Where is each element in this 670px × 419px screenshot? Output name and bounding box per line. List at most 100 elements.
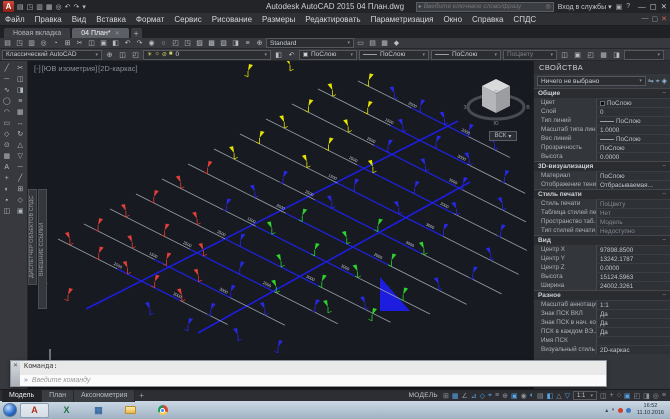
quickcalc-icon[interactable]: ⊕ [254,38,265,48]
properties-palette-title[interactable]: СВОЙСТВА [534,61,670,74]
minimize-button[interactable]: — [638,2,646,11]
scale-icon[interactable]: △ [18,140,23,150]
publish-icon[interactable]: ⊞ [62,38,73,48]
collapse-icon[interactable]: − [662,163,666,170]
rotate-icon[interactable]: ↻ [17,129,23,139]
lineweight-combo[interactable]: ПоСлою▾ [431,50,501,60]
maximize-button[interactable]: ▢ [650,2,657,11]
taskbar-app-folder[interactable] [116,403,145,418]
viewcube-compass-south[interactable]: Ю [493,121,498,127]
collapse-icon[interactable]: − [662,237,666,244]
annotation-scale-combo[interactable]: 1:1▾ [573,391,597,400]
linetype-combo[interactable]: ПоСлою▾ [359,50,429,60]
grid-display-icon[interactable]: ⊞ [443,392,449,400]
taskbar-clock[interactable]: 16:52 11.10.2016 [634,403,667,416]
menu-item-файл[interactable]: Файл [0,15,30,24]
workspace-settings-icon[interactable]: ⊕ [104,50,115,60]
doc-restore-button[interactable]: ▢ [652,15,659,23]
join-icon[interactable]: ▣ [17,206,24,216]
save-icon[interactable]: ▥ [26,38,37,48]
menu-item-вид[interactable]: Вид [67,15,91,24]
zoom-previous-icon[interactable]: ◳ [182,38,193,48]
customization-icon[interactable]: ≡ [662,392,666,399]
match-properties-icon[interactable]: ◧ [110,38,121,48]
signin-menu[interactable]: Вход в службы ▾ [558,3,612,11]
close-button[interactable]: ✕ [661,2,667,11]
plotstyle-combo[interactable]: ПоЦвету▾ [503,50,557,60]
quick-properties-icon[interactable]: ▣ [624,392,631,400]
layout-tab-аксонометрия[interactable]: Аксонометрия [74,390,135,402]
collapse-icon[interactable]: − [662,90,666,97]
property-value[interactable]: 2D-каркас [596,345,670,354]
dynamic-input-icon[interactable]: ▤ [537,392,544,400]
circle-icon[interactable]: ◯ [3,96,11,106]
polar-tracking-icon[interactable]: ⊿ [471,392,477,400]
tray-icon[interactable]: ▴ [605,407,608,414]
taskbar-app-excel[interactable]: X [52,403,81,418]
property-value[interactable]: ПоСлою [596,134,670,143]
property-value[interactable]: 13242.1787 [596,254,670,263]
3d-object-snap-icon[interactable]: ◉ [521,392,527,400]
property-value[interactable]: ПоЦвету [596,199,670,208]
property-value[interactable]: Отбрасываемая... [596,180,670,189]
list-icon[interactable]: ◫ [559,50,570,60]
designcenter-icon[interactable]: ▩ [206,38,217,48]
viewcube-compass-west[interactable]: З [463,105,466,111]
graphics-performance-icon[interactable]: ◎ [653,392,659,400]
pan-realtime-icon[interactable]: ◉ [146,38,157,48]
menu-item-справка[interactable]: Справка [467,15,508,24]
dim-style-icon[interactable]: ▤ [367,38,378,48]
ortho-mode-icon[interactable]: ∠ [462,392,468,400]
open-icon[interactable]: ◳ [14,38,25,48]
sheet-set-manager-icon[interactable]: ◨ [230,38,241,48]
help-icon[interactable]: ? [626,3,630,10]
property-value[interactable]: 0.0000 [596,263,670,272]
property-value[interactable]: ПоСлою [596,98,670,107]
annotation-visibility-icon[interactable]: ◧ [547,392,554,400]
property-value[interactable]: Модель [596,217,670,226]
hatch-icon[interactable]: ▦ [3,151,10,161]
id-icon[interactable]: ◨ [611,50,622,60]
new-icon[interactable]: ▤ [2,38,13,48]
plot-icon[interactable]: ◎ [38,38,49,48]
rectangle-icon[interactable]: ▭ [3,118,10,128]
property-value[interactable]: Да [596,309,670,318]
menu-item-вставка[interactable]: Вставка [91,15,131,24]
qat-save-icon[interactable]: ▥ [36,3,43,11]
property-value[interactable]: 1:1 [596,300,670,309]
selection-cycling-icon[interactable]: ▣ [511,392,518,400]
layout-tab-модель[interactable]: Модель [2,390,42,402]
property-value[interactable]: ПоСлою [596,116,670,125]
model-space-indicator[interactable]: МОДЕЛЬ [409,392,438,399]
viewport-view-control[interactable]: [ЮВ изометрия] [42,64,97,73]
layout-tab-план[interactable]: План [42,390,74,402]
search-icon[interactable]: ◎ [545,3,550,10]
property-section-header[interactable]: Вид− [534,235,670,245]
qat-plot-icon[interactable]: ◎ [56,3,62,11]
copy-clip-icon[interactable]: ◫ [86,38,97,48]
selection-type-combo[interactable]: Ничего не выбрано ▾ [537,76,646,86]
undo-icon[interactable]: ↶ [122,38,133,48]
viewcube-compass-north[interactable]: С [494,90,498,96]
object-snap-icon[interactable]: ◇ [480,392,485,400]
polygon-icon[interactable]: ◇ [4,129,9,139]
text-icon[interactable]: A [4,162,9,172]
doc-minimize-button[interactable]: — [642,15,649,23]
model-space-canvas[interactable]: [-] [ЮВ изометрия] [2D-каркас] ДИСПЕТЧЕР… [28,61,533,389]
paste-icon[interactable]: ▣ [98,38,109,48]
help-search-box[interactable]: ▸ ◎ [416,2,554,12]
annotation-monitor-icon[interactable]: + [610,392,614,399]
object-snap-tracking-icon[interactable]: ⌖ [488,392,492,400]
viewcube-wcs-button[interactable]: ВСК▾ [489,131,517,141]
distance-icon[interactable]: ▣ [572,50,583,60]
command-window-grip[interactable]: ✕ [11,361,20,386]
snap-mode-icon[interactable]: ▦ [452,392,459,400]
region-icon[interactable]: ▪ [6,195,8,205]
menu-item-рисование[interactable]: Рисование [207,15,257,24]
doc-close-button[interactable]: ✕ [661,15,667,23]
menu-item-редактировать[interactable]: Редактировать [300,15,365,24]
offset-icon[interactable]: ≡ [18,96,22,106]
redo-icon[interactable]: ↷ [134,38,145,48]
property-value[interactable]: 0 [596,107,670,116]
stretch-icon[interactable]: ▽ [18,151,23,161]
